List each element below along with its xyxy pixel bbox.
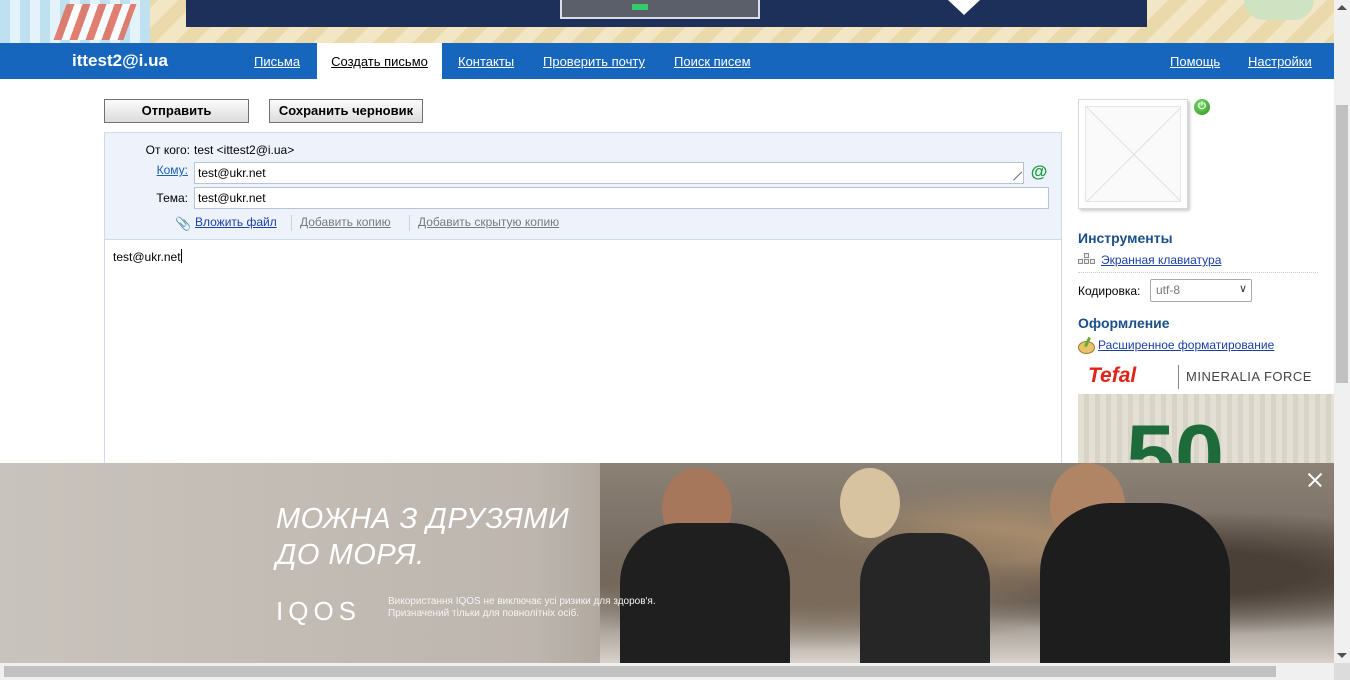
subject-field[interactable]: test@ukr.net <box>194 187 1049 209</box>
compose-header: От кого: test <ittest2@i.ua> Кому: test@… <box>104 132 1062 240</box>
nav-settings[interactable]: Настройки <box>1248 54 1312 69</box>
message-body-editor[interactable]: test@ukr.net <box>104 239 1062 469</box>
banner-device-graphic <box>560 0 760 19</box>
horizontal-scrollbar[interactable] <box>0 663 1334 680</box>
send-button[interactable]: Отправить <box>104 99 249 123</box>
save-draft-button[interactable]: Сохранить черновик <box>269 99 423 123</box>
nav-help[interactable]: Помощь <box>1170 54 1220 69</box>
encoding-value: utf-8 <box>1156 283 1181 297</box>
ad-headline-line-1: МОЖНА З ДРУЗЯМИ <box>276 503 570 535</box>
page: ittest2@i.ua Письма Создать письмо Конта… <box>0 0 1350 680</box>
body-text-content: test@ukr.net <box>113 250 181 264</box>
virtual-keyboard-link[interactable]: Экранная клавиатура <box>1101 253 1221 267</box>
vertical-scroll-thumb[interactable] <box>1336 105 1348 383</box>
text-caret <box>180 249 182 263</box>
add-cc-link[interactable]: Добавить копию <box>300 215 391 229</box>
from-value: test <ittest2@i.ua> <box>194 143 295 157</box>
iqos-overlay-ad[interactable]: МОЖНА З ДРУЗЯМИ ДО МОРЯ. IQOS Використан… <box>0 463 1334 663</box>
nav-compose-label: Создать письмо <box>331 54 428 69</box>
ad-person-figure <box>1040 503 1230 663</box>
banner-palm-graphic <box>1244 0 1314 20</box>
ad-person-figure <box>840 468 900 538</box>
separator <box>409 215 410 231</box>
ad-disclaimer: Використання IQOS не виключає усі ризики… <box>388 596 656 619</box>
account-email[interactable]: ittest2@i.ua <box>72 51 168 71</box>
separator <box>291 215 292 231</box>
keyboard-icon <box>1078 253 1096 267</box>
to-label-link[interactable]: Кому: <box>103 163 188 177</box>
paperclip-icon: 📎 <box>175 216 192 231</box>
address-book-at-icon[interactable]: @ <box>1029 161 1049 183</box>
banner-arrow-icon <box>948 0 980 15</box>
nav-compose-tab[interactable]: Создать письмо <box>317 43 442 79</box>
ad-headline-line-2: ДО МОРЯ. <box>276 539 425 571</box>
tefal-discount-number: 50 <box>1126 406 1224 465</box>
banner-chair-graphic <box>53 4 137 40</box>
tefal-product-name: MINERALIA FORCE <box>1186 369 1312 384</box>
close-icon[interactable] <box>1306 471 1324 489</box>
nav-letters[interactable]: Письма <box>254 54 300 69</box>
palette-icon <box>1078 337 1095 354</box>
scroll-down-icon[interactable] <box>1337 653 1347 658</box>
tefal-separator <box>1178 365 1179 389</box>
ad-person-figure <box>620 523 790 663</box>
main-navbar: ittest2@i.ua Письма Создать письмо Конта… <box>0 43 1334 79</box>
resize-grip-icon[interactable] <box>1013 171 1023 181</box>
nav-contacts[interactable]: Контакты <box>458 54 514 69</box>
nav-search-mail[interactable]: Поиск писем <box>674 54 751 69</box>
sidebar-divider <box>1078 272 1318 273</box>
advanced-formatting-link[interactable]: Расширенное форматирование <box>1098 338 1274 352</box>
subject-label: Тема: <box>156 191 188 205</box>
tools-heading: Инструменты <box>1078 230 1173 246</box>
ad-headline: МОЖНА З ДРУЗЯМИ ДО МОРЯ. <box>276 501 569 573</box>
scrollbar-corner <box>1334 663 1350 680</box>
ad-person-figure <box>860 533 990 663</box>
encoding-select[interactable]: utf-8 ∨ <box>1150 279 1252 302</box>
vertical-scrollbar[interactable] <box>1334 0 1350 663</box>
tefal-ad[interactable]: Tefal MINERALIA FORCE 50 <box>1078 360 1334 464</box>
design-heading: Оформление <box>1078 315 1170 331</box>
to-field[interactable]: test@ukr.net <box>194 162 1024 184</box>
tefal-wood-background: 50 <box>1078 394 1334 464</box>
nav-check-mail[interactable]: Проверить почту <box>543 54 645 69</box>
avatar-placeholder[interactable] <box>1078 99 1188 209</box>
chevron-down-icon: ∨ <box>1238 283 1247 295</box>
attach-file-link[interactable]: Вложить файл <box>195 215 277 229</box>
avatar-image <box>1085 106 1181 202</box>
message-body-text: test@ukr.net <box>113 249 182 264</box>
encoding-label: Кодировка: <box>1078 284 1141 298</box>
tefal-logo: Tefal <box>1088 364 1137 387</box>
top-banner-ad[interactable] <box>0 0 1334 43</box>
horizontal-scroll-thumb[interactable] <box>4 666 1276 677</box>
from-label: От кого: <box>145 143 190 157</box>
power-icon[interactable]: ⏻ <box>1194 99 1210 115</box>
scroll-up-icon[interactable] <box>1337 5 1347 10</box>
iqos-logo: IQOS <box>276 596 362 626</box>
add-bcc-link[interactable]: Добавить скрытую копию <box>418 215 559 229</box>
